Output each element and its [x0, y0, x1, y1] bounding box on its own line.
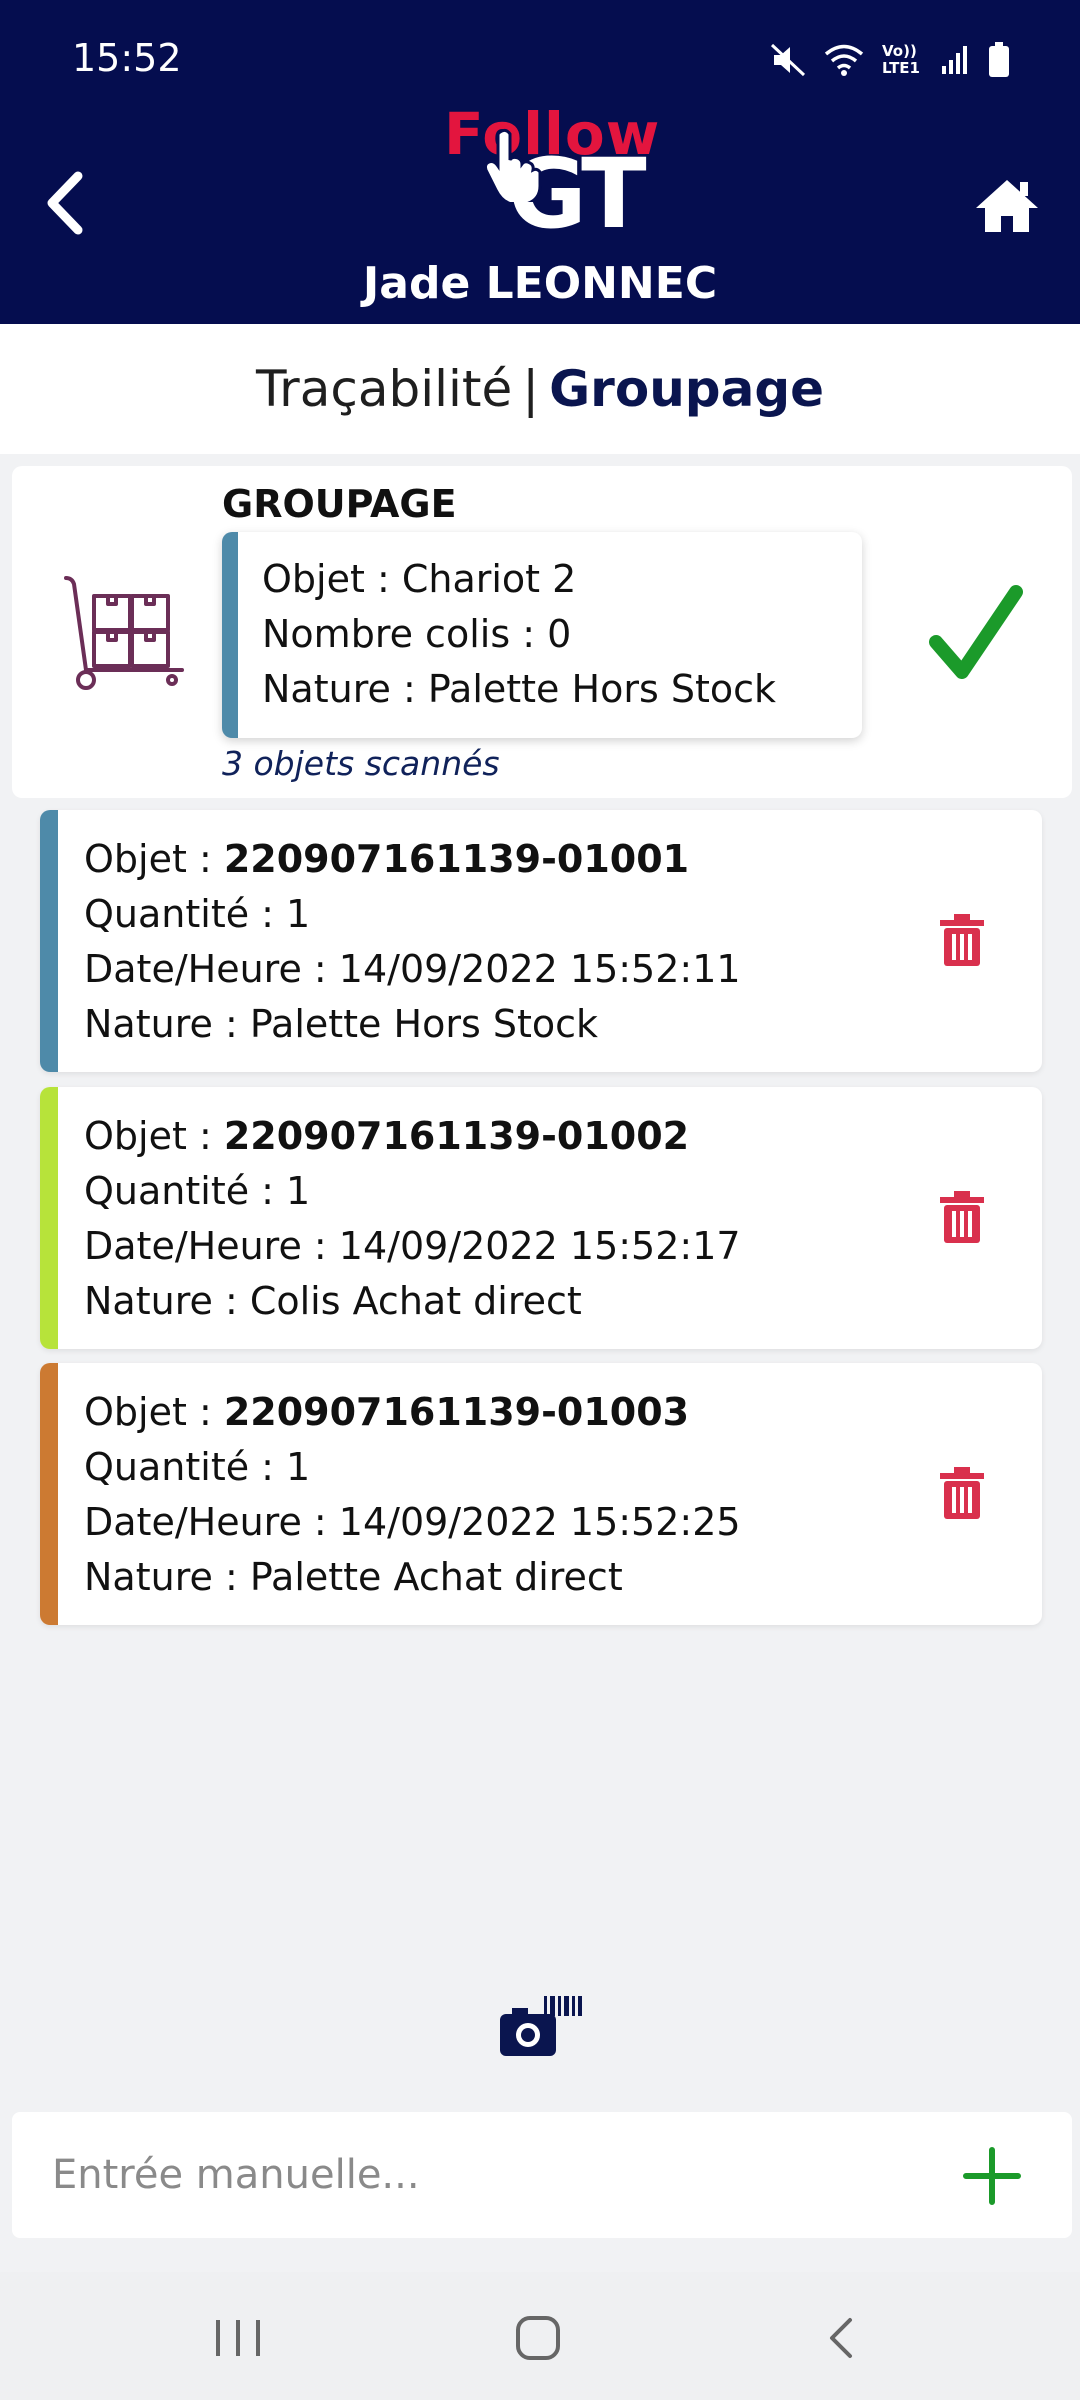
- manual-entry-bar: [12, 2112, 1072, 2238]
- trash-icon[interactable]: [940, 1467, 984, 1519]
- user-name: Jade LEONNEC: [362, 258, 718, 309]
- trolley-boxes-icon: [64, 576, 184, 690]
- back-chevron-icon[interactable]: [38, 168, 92, 238]
- scanned-item: Objet : 220907161139-01001 Quantité : 1 …: [40, 810, 1042, 1072]
- back-nav-icon[interactable]: [822, 2312, 862, 2364]
- item-date: Date/Heure : 14/09/2022 15:52:17: [84, 1224, 741, 1268]
- checkmark-icon[interactable]: [928, 584, 1024, 684]
- item-nature: Nature : Palette Achat direct: [84, 1555, 623, 1599]
- item-date: Date/Heure : 14/09/2022 15:52:11: [84, 947, 741, 991]
- mute-icon: [770, 43, 806, 77]
- item-color-bar: [40, 810, 58, 1072]
- item-objet: Objet : 220907161139-01001: [84, 837, 690, 881]
- item-objet-id: 220907161139-01002: [223, 1114, 690, 1158]
- recent-apps-icon[interactable]: [212, 2316, 264, 2360]
- status-icons: Vo)) LTE1: [770, 40, 1010, 80]
- trash-icon[interactable]: [940, 1191, 984, 1243]
- item-nature: Nature : Colis Achat direct: [84, 1279, 582, 1323]
- scanned-item: Objet : 220907161139-01002 Quantité : 1 …: [40, 1087, 1042, 1349]
- signal-icon: [942, 46, 967, 74]
- scanned-item: Objet : 220907161139-01003 Quantité : 1 …: [40, 1363, 1042, 1625]
- item-color-bar: [40, 1363, 58, 1625]
- item-color-bar: [40, 1087, 58, 1349]
- status-time: 15:52: [72, 36, 182, 80]
- groupage-card: GROUPAGE Objet : Chariot 2 Nombre colis …: [12, 466, 1072, 798]
- volte-icon: Vo)) LTE1: [882, 42, 920, 77]
- item-quantite: Quantité : 1: [84, 892, 311, 936]
- item-objet-id: 220907161139-01001: [223, 837, 690, 881]
- wifi-icon: [824, 44, 864, 76]
- scanned-count: 3 objets scannés: [222, 744, 500, 783]
- item-quantite: Quantité : 1: [84, 1169, 311, 1213]
- app-header: 15:52 Vo)) LTE1 Follow GT Jade LEONNEC: [0, 0, 1080, 324]
- item-objet-id: 220907161139-01003: [223, 1390, 690, 1434]
- breadcrumb-tracabilite[interactable]: Traçabilité: [256, 360, 512, 418]
- home-nav-icon[interactable]: [512, 2312, 568, 2364]
- trash-icon[interactable]: [940, 914, 984, 966]
- groupage-title: GROUPAGE: [222, 482, 457, 526]
- pointer-hand-icon: [483, 128, 542, 202]
- groupage-nombre-colis: Nombre colis : 0: [262, 612, 572, 656]
- battery-icon: [989, 42, 1009, 77]
- page-title-bar: Traçabilité | Groupage: [0, 324, 1080, 454]
- item-date: Date/Heure : 14/09/2022 15:52:25: [84, 1500, 741, 1544]
- groupage-objet: Objet : Chariot 2: [262, 557, 577, 601]
- item-nature: Nature : Palette Hors Stock: [84, 1002, 599, 1046]
- follow-gt-logo: Follow GT: [436, 100, 659, 242]
- item-quantite: Quantité : 1: [84, 1445, 311, 1489]
- groupage-nature: Nature : Palette Hors Stock: [262, 667, 777, 711]
- home-icon[interactable]: [974, 176, 1040, 234]
- barcode-camera-icon[interactable]: [500, 1996, 582, 2060]
- item-objet: Objet : 220907161139-01002: [84, 1114, 690, 1158]
- item-objet: Objet : 220907161139-01003: [84, 1390, 690, 1434]
- breadcrumb-separator: |: [522, 360, 540, 418]
- system-nav-bar: [0, 2272, 1080, 2400]
- manual-entry-input[interactable]: [52, 2142, 912, 2208]
- plus-icon[interactable]: [962, 2146, 1022, 2206]
- groupage-info-box: Objet : Chariot 2 Nombre colis : 0 Natur…: [222, 532, 862, 738]
- breadcrumb-groupage: Groupage: [549, 360, 825, 418]
